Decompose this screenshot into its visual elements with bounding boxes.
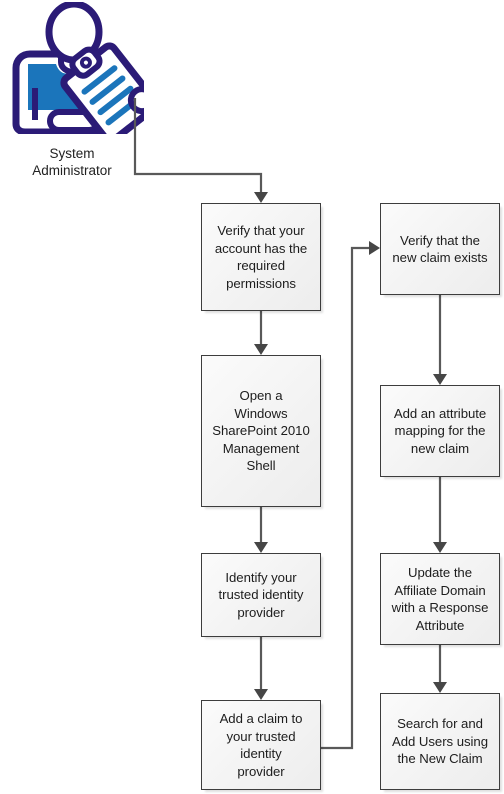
node-label: Open a Windows SharePoint 2010 Managemen… bbox=[212, 388, 310, 474]
connector-add-claim-to-verify-claim bbox=[321, 241, 380, 750]
node-search-add-users[interactable]: Search for and Add Users using the New C… bbox=[380, 693, 500, 790]
node-label: Search for and Add Users using the New C… bbox=[391, 716, 488, 767]
system-administrator-icon bbox=[12, 2, 144, 134]
node-label: Verify that your account has the require… bbox=[214, 223, 308, 291]
connector-affiliate-domain-to-search-users bbox=[433, 645, 447, 693]
node-identify-trusted-identity-provider[interactable]: Identify your trusted identity provider bbox=[201, 553, 321, 637]
connector-actor-to-verify-permissions bbox=[133, 98, 268, 203]
flowchart-canvas: System Administrator Verify that your ac… bbox=[0, 0, 504, 794]
connector-verify-claim-to-attribute-mapping bbox=[433, 295, 447, 385]
node-add-claim-to-provider[interactable]: Add a claim to your trusted identity pro… bbox=[201, 700, 321, 790]
node-label: Identify your trusted identity provider bbox=[218, 569, 304, 620]
actor-label: System Administrator bbox=[32, 146, 112, 178]
node-label: Update the Affiliate Domain with a Respo… bbox=[391, 565, 489, 633]
node-label: Add an attribute mapping for the new cla… bbox=[393, 405, 487, 456]
node-verify-permissions[interactable]: Verify that your account has the require… bbox=[201, 203, 321, 311]
connector-identify-provider-to-add-claim bbox=[254, 637, 268, 700]
node-add-attribute-mapping[interactable]: Add an attribute mapping for the new cla… bbox=[380, 385, 500, 477]
node-verify-new-claim-exists[interactable]: Verify that the new claim exists bbox=[380, 203, 500, 295]
connector-attribute-mapping-to-affiliate-domain bbox=[433, 477, 447, 553]
connector-verify-permissions-to-shell bbox=[254, 311, 268, 355]
node-label: Add a claim to your trusted identity pro… bbox=[219, 711, 303, 779]
node-open-management-shell[interactable]: Open a Windows SharePoint 2010 Managemen… bbox=[201, 355, 321, 507]
node-update-affiliate-domain[interactable]: Update the Affiliate Domain with a Respo… bbox=[380, 553, 500, 645]
node-label: Verify that the new claim exists bbox=[392, 232, 488, 266]
connector-shell-to-identify-provider bbox=[254, 507, 268, 553]
